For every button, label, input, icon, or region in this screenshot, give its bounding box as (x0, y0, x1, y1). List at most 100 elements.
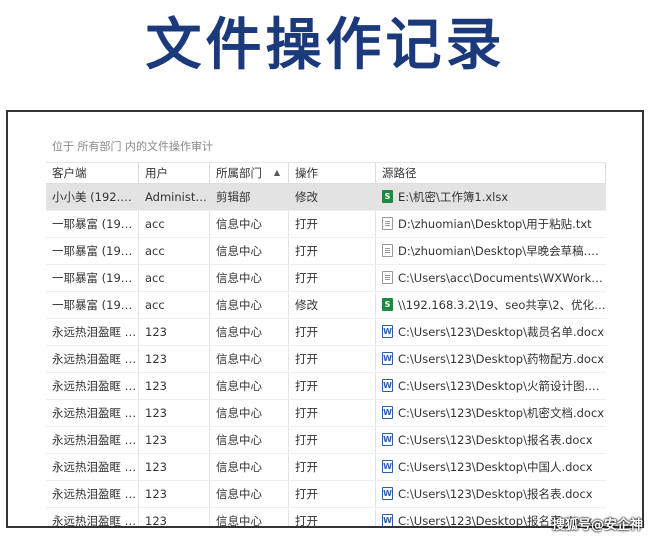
client-cell: 永远热泪盈眶 (1... (46, 508, 139, 526)
user-cell: 123 (139, 400, 210, 426)
word-icon: W (382, 352, 393, 365)
operation-cell: 打开 (289, 508, 376, 526)
department-cell: 信息中心 (210, 481, 289, 507)
source-path-cell: W C:\Users\123\Desktop\裁员名单.docx (376, 319, 606, 345)
column-header-department-label: 所属部门 (216, 166, 262, 180)
word-icon: W (382, 487, 393, 500)
source-path-cell: S E:\机密\工作簿1.xlsx (376, 184, 606, 210)
client-cell: 永远热泪盈眶 (1... (46, 427, 139, 453)
source-path-text: \\192.168.3.2\19、seo共享\2、优化文... (398, 298, 606, 312)
department-cell: 剪辑部 (210, 184, 289, 210)
operation-cell: 修改 (289, 184, 376, 210)
table-row[interactable]: 永远热泪盈眶 (1... 123 信息中心 打开 W C:\Users\123\Deskt… (46, 400, 606, 427)
client-cell: 永远热泪盈眶 (1... (46, 346, 139, 372)
source-path-text: D:\zhuomian\Desktop\用于粘贴.txt (398, 217, 592, 231)
scope-text: 位于 所有部门 内的文件操作审计 (52, 140, 213, 153)
word-icon: W (382, 460, 393, 473)
column-header-operation[interactable]: 操作 (289, 163, 376, 183)
table-row[interactable]: 永远热泪盈眶 (1... 123 信息中心 打开 W C:\Users\123\Deskt… (46, 319, 606, 346)
column-header-department[interactable]: 所属部门 ▲ (210, 163, 289, 183)
excel-icon: S (382, 190, 393, 203)
source-path-text: D:\zhuomian\Desktop\早晚会草稿.do... (398, 244, 606, 258)
operation-cell: 打开 (289, 319, 376, 345)
source-path-text: C:\Users\123\Desktop\火箭设计图.d... (398, 379, 606, 393)
table-row[interactable]: 永远热泪盈眶 (1... 123 信息中心 打开 W C:\Users\123\Deskt… (46, 427, 606, 454)
user-cell: 123 (139, 481, 210, 507)
source-path-cell: D:\zhuomian\Desktop\早晚会草稿.do... (376, 238, 606, 264)
department-cell: 信息中心 (210, 292, 289, 318)
user-cell: 123 (139, 427, 210, 453)
table-row[interactable]: 永远热泪盈眶 (1... 123 信息中心 打开 W C:\Users\123\Deskt… (46, 373, 606, 400)
department-cell: 信息中心 (210, 508, 289, 526)
page-title: 文件操作记录 (145, 13, 506, 78)
operation-cell: 打开 (289, 481, 376, 507)
user-cell: acc (139, 265, 210, 291)
user-cell: 123 (139, 508, 210, 526)
table-row[interactable]: 一耶暴富 (192.1...acc信息中心打开 D:\zhuomian\Deskt… (46, 211, 606, 238)
client-cell: 永远热泪盈眶 (1... (46, 400, 139, 426)
operation-cell: 打开 (289, 238, 376, 264)
operation-cell: 打开 (289, 346, 376, 372)
table-body: 小小美 (192.16...Administra...剪辑部修改 S E:\机密\工… (46, 184, 606, 526)
client-cell: 小小美 (192.16... (46, 184, 139, 210)
operation-cell: 打开 (289, 211, 376, 237)
table-row[interactable]: 一耶暴富 (192.1...acc信息中心打开 D:\zhuomian\Deskt… (46, 238, 606, 265)
table-row[interactable]: 永远热泪盈眶 (1... 123 信息中心 打开 W C:\Users\123\Deskt… (46, 454, 606, 481)
table-row[interactable]: 永远热泪盈眶 (1... 123 信息中心 打开 W C:\Users\123\Deskt… (46, 346, 606, 373)
column-header-user[interactable]: 用户 (139, 163, 210, 183)
file-operation-table: 客户端 用户 所属部门 ▲ 操作 源路径 小小美 (192.16... Admini… (46, 162, 606, 526)
source-path-cell: W C:\Users\123\Desktop\机密文档.docx (376, 400, 606, 426)
client-cell: 一耶暴富 (192.1... (46, 211, 139, 237)
source-path-text: C:\Users\123\Desktop\机密文档.docx (398, 406, 605, 420)
client-cell: 永远热泪盈眶 (1... (46, 481, 139, 507)
operation-cell: 打开 (289, 427, 376, 453)
source-path-cell: S \\192.168.3.2\19、seo共享\2、优化文... (376, 292, 606, 318)
word-icon: W (382, 325, 393, 338)
operation-cell: 打开 (289, 373, 376, 399)
user-cell: 123 (139, 319, 210, 345)
source-path-cell: W C:\Users\123\Desktop\中国人.docx (376, 454, 606, 480)
excel-icon: S (382, 298, 393, 311)
table-row[interactable]: 小小美 (192.16...Administra...剪辑部修改 S E:\机密\工… (46, 184, 606, 211)
department-cell: 信息中心 (210, 265, 289, 291)
department-cell: 信息中心 (210, 346, 289, 372)
source-path-text: C:\Users\123\Desktop\裁员名单.docx (398, 325, 605, 339)
user-cell: acc (139, 238, 210, 264)
word-icon: W (382, 433, 393, 446)
client-cell: 永远热泪盈眶 (1... (46, 373, 139, 399)
column-header-source-path[interactable]: 源路径 (376, 163, 606, 183)
audit-panel: 位于 所有部门 内的文件操作审计 客户端 用户 所属部门 ▲ 操作 源路径 小小美… (6, 110, 644, 528)
source-path-text: E:\机密\工作簿1.xlsx (398, 190, 509, 204)
user-cell: Administra... (139, 184, 210, 210)
user-cell: acc (139, 292, 210, 318)
source-path-cell: D:\zhuomian\Desktop\用于粘贴.txt (376, 211, 606, 237)
department-cell: 信息中心 (210, 400, 289, 426)
user-cell: 123 (139, 454, 210, 480)
text-file-icon (382, 271, 393, 284)
department-cell: 信息中心 (210, 319, 289, 345)
department-cell: 信息中心 (210, 427, 289, 453)
source-path-cell: C:\Users\acc\Documents\WXWork\... (376, 265, 606, 291)
word-icon: W (382, 406, 393, 419)
source-path-cell: W C:\Users\123\Desktop\火箭设计图.d... (376, 373, 606, 399)
word-icon: W (382, 379, 393, 392)
table-row[interactable]: 永远热泪盈眶 (1... 123 信息中心 打开 W C:\Users\123\Deskt… (46, 508, 606, 526)
watermark: 搜狐号@安企神 (551, 518, 643, 533)
source-path-text: C:\Users\123\Desktop\中国人.docx (398, 460, 593, 474)
table-row[interactable]: 一耶暴富 (192.1...acc信息中心修改 S \\192.168.3.2\19… (46, 292, 606, 319)
operation-cell: 打开 (289, 454, 376, 480)
column-header-client[interactable]: 客户端 (46, 163, 139, 183)
client-cell: 一耶暴富 (192.1... (46, 265, 139, 291)
client-cell: 永远热泪盈眶 (1... (46, 454, 139, 480)
user-cell: 123 (139, 373, 210, 399)
source-path-text: C:\Users\acc\Documents\WXWork\... (398, 271, 606, 285)
table-header: 客户端 用户 所属部门 ▲ 操作 源路径 (46, 162, 606, 184)
table-row[interactable]: 永远热泪盈眶 (1... 123 信息中心 打开 W C:\Users\123\Deskt… (46, 481, 606, 508)
table-row[interactable]: 一耶暴富 (192.1...acc信息中心打开 C:\Users\acc\Docu… (46, 265, 606, 292)
source-path-cell: W C:\Users\123\Desktop\报名表.docx (376, 427, 606, 453)
client-cell: 一耶暴富 (192.1... (46, 292, 139, 318)
department-cell: 信息中心 (210, 454, 289, 480)
department-cell: 信息中心 (210, 211, 289, 237)
user-cell: 123 (139, 346, 210, 372)
word-icon: W (382, 514, 393, 526)
